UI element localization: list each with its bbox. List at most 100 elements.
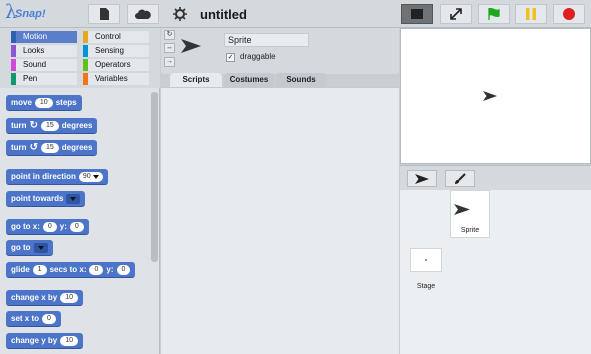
block-text: point in direction (11, 171, 76, 181)
y-input[interactable]: 0 (116, 264, 131, 275)
stage-thumbnail[interactable] (410, 248, 442, 272)
category-label: Sound (23, 60, 47, 69)
category-sound[interactable]: Sound (11, 59, 77, 71)
block-input[interactable]: 15 (40, 120, 59, 131)
flip-icon: ↔ (166, 44, 173, 51)
rotate-clockwise-icon: ↻ (29, 119, 38, 131)
block-text: change y by (11, 335, 58, 345)
direction-dropdown[interactable]: 90 (78, 171, 103, 182)
x-input[interactable]: 0 (42, 221, 57, 232)
sprite-arrow-icon (454, 204, 470, 215)
block-input[interactable]: 0 (42, 313, 56, 324)
y-input[interactable]: 0 (69, 221, 84, 232)
category-label: Pen (23, 74, 38, 83)
block-text: y: (59, 221, 67, 231)
category-sensing[interactable]: Sensing (83, 45, 149, 57)
stage-size-icon (411, 9, 423, 19)
pause-button[interactable] (515, 4, 547, 24)
sprite-tools-bar (400, 165, 591, 190)
rotation-style-flip-button[interactable]: ↔ (164, 43, 175, 53)
category-color-bar (11, 31, 16, 43)
block-text: go to x: (11, 221, 40, 231)
category-color-bar (11, 45, 16, 57)
target-dropdown[interactable] (33, 242, 48, 253)
rotation-style-none-button[interactable]: → (164, 57, 175, 67)
cloud-button[interactable] (127, 4, 159, 24)
category-control[interactable]: Control (83, 31, 149, 43)
stop-button[interactable] (553, 4, 585, 24)
category-looks[interactable]: Looks (11, 45, 77, 57)
stage[interactable] (400, 28, 591, 164)
category-label: Control (95, 32, 121, 41)
block-input[interactable]: 10 (60, 292, 79, 303)
block-point-towards[interactable]: point towards (6, 191, 86, 207)
tab-sounds[interactable]: Sounds (276, 73, 326, 87)
block-change-y[interactable]: change y by 10 (6, 333, 84, 349)
presentation-mode-button[interactable] (440, 4, 472, 24)
draggable-label: draggable (240, 52, 276, 61)
block-input[interactable]: 15 (40, 142, 59, 153)
rotate-icon: ↻ (166, 31, 173, 38)
block-input[interactable]: 10 (34, 97, 53, 108)
category-motion[interactable]: Motion (11, 31, 77, 43)
block-glide[interactable]: glide 1 secs to x: 0 y: 0 (6, 262, 136, 278)
block-set-x[interactable]: set x to 0 (6, 311, 61, 327)
green-flag-icon (488, 8, 500, 20)
normal-stage-button[interactable] (401, 4, 433, 24)
sprite-arrow-icon (181, 39, 201, 53)
category-color-bar (83, 59, 88, 71)
secs-input[interactable]: 1 (32, 264, 47, 275)
gear-icon (173, 7, 187, 21)
paint-new-sprite-button[interactable] (445, 170, 475, 187)
snap-logo[interactable]: λ Snap! (5, 1, 46, 25)
rotation-style-full-button[interactable]: ↻ (164, 30, 175, 40)
block-text: degrees (61, 120, 93, 130)
block-text: turn (11, 142, 27, 152)
category-label: Operators (95, 60, 131, 69)
block-turn-counterclockwise[interactable]: turn ↺ 15 degrees (6, 140, 98, 156)
add-turtle-sprite-button[interactable] (407, 170, 437, 187)
category-label: Variables (95, 74, 128, 83)
tab-scripts[interactable]: Scripts (170, 73, 222, 87)
category-color-bar (11, 59, 16, 71)
tab-costumes[interactable]: Costumes (224, 73, 274, 87)
turtle-arrow-icon (415, 173, 429, 184)
palette-scrollbar[interactable] (151, 92, 158, 262)
sprite-name-field[interactable]: Sprite (224, 33, 309, 47)
rotate-counterclockwise-icon: ↺ (29, 141, 38, 153)
block-go-to-xy[interactable]: go to x: 0 y: 0 (6, 219, 89, 235)
pause-icon (526, 8, 536, 20)
draggable-checkbox[interactable]: ✓ (226, 53, 235, 62)
block-text: set x to (11, 313, 40, 323)
block-change-x[interactable]: change x by 10 (6, 290, 84, 306)
expand-icon (450, 8, 462, 20)
block-text: turn (11, 120, 27, 130)
block-text: degrees (61, 142, 93, 152)
green-flag-button[interactable] (478, 4, 510, 24)
sprite-corral: Sprite Stage (400, 190, 591, 354)
x-input[interactable]: 0 (89, 264, 104, 275)
project-title: untitled (200, 7, 247, 22)
block-text: go to (11, 242, 31, 252)
paintbrush-icon (455, 172, 466, 184)
category-pen[interactable]: Pen (11, 73, 77, 85)
block-point-in-direction[interactable]: point in direction 90 (6, 169, 108, 185)
block-turn-clockwise[interactable]: turn ↻ 15 degrees (6, 118, 98, 134)
stage-thumbnail-dot (425, 259, 427, 261)
sprite-arrow-icon[interactable] (483, 91, 497, 101)
block-input[interactable]: 10 (60, 335, 79, 346)
settings-button[interactable] (166, 4, 194, 24)
category-selector: Motion Looks Sound Pen Control Sensing O… (0, 28, 160, 88)
target-dropdown[interactable] (66, 193, 81, 204)
project-button[interactable] (88, 4, 120, 24)
block-go-to[interactable]: go to (6, 240, 53, 256)
category-color-bar (83, 31, 88, 43)
category-operators[interactable]: Operators (83, 59, 149, 71)
category-variables[interactable]: Variables (83, 73, 149, 85)
block-move[interactable]: move 10 steps (6, 95, 82, 111)
block-text: y: (106, 264, 114, 274)
sprite-thumbnail-label: Sprite (460, 227, 480, 234)
scripts-area[interactable] (161, 87, 399, 354)
block-text: point towards (11, 193, 64, 203)
block-text: change x by (11, 292, 58, 302)
